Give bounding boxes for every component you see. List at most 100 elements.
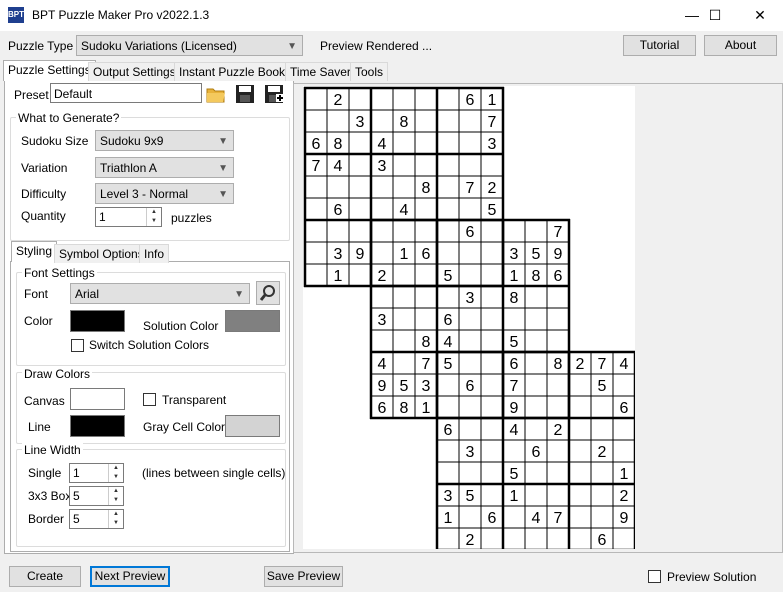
cell-digit: 1 (334, 268, 343, 285)
preview-solution-label: Preview Solution (667, 570, 757, 584)
spin-arrows-icon[interactable]: ▲ ▼ (108, 510, 123, 528)
preset-label: Preset (14, 88, 49, 102)
tab-time-saver[interactable]: Time Saver (285, 62, 356, 81)
cell-digit: 7 (598, 356, 607, 373)
cell-digit: 3 (356, 114, 365, 131)
cell-digit: 6 (312, 136, 321, 153)
puzzle-type-label: Puzzle Type (8, 39, 74, 53)
transparent-checkbox[interactable] (143, 393, 156, 406)
tab-tools[interactable]: Tools (350, 62, 389, 81)
chevron-down-icon: ▼ (234, 289, 244, 300)
cell-digit: 6 (444, 312, 453, 329)
border-label: Border (28, 512, 65, 526)
cell-digit: 1 (444, 510, 453, 527)
cell-digit: 5 (444, 268, 453, 285)
cell-digit: 6 (532, 444, 541, 461)
box-width-stepper[interactable]: 5 ▲ ▼ (69, 486, 124, 506)
tutorial-button[interactable]: Tutorial (623, 35, 696, 56)
cell-digit: 6 (620, 400, 629, 417)
cell-digit: 6 (466, 92, 475, 109)
save-preview-button[interactable]: Save Preview (264, 566, 343, 587)
tab-instant-puzzle-books[interactable]: Instant Puzzle Books (174, 62, 297, 81)
cell-digit: 6 (510, 356, 519, 373)
canvas-label: Canvas (24, 394, 65, 408)
cell-digit: 2 (576, 356, 585, 373)
preview-solution-checkbox[interactable] (648, 570, 661, 583)
cell-digit: 3 (510, 246, 519, 263)
save-icon[interactable] (234, 84, 256, 104)
cell-digit: 4 (620, 356, 629, 373)
tab-styling[interactable]: Styling (11, 241, 58, 262)
cell-digit: 7 (422, 356, 431, 373)
cell-digit: 6 (334, 202, 343, 219)
cell-digit: 7 (488, 114, 497, 131)
box-label: 3x3 Box (28, 489, 72, 503)
difficulty-select[interactable]: Level 3 - Normal ▼ (95, 183, 234, 204)
tab-output-settings[interactable]: Output Settings (88, 62, 181, 81)
spin-arrows-icon[interactable]: ▲ ▼ (146, 208, 161, 226)
cell-digit: 8 (422, 180, 431, 197)
spin-arrows-icon[interactable]: ▲ ▼ (108, 464, 123, 482)
font-settings-title: Font Settings (22, 266, 97, 280)
difficulty-value: Level 3 - Normal (100, 187, 189, 201)
cell-digit: 1 (422, 400, 431, 417)
single-width-stepper[interactable]: 1 ▲ ▼ (69, 463, 124, 483)
tab-symbol-options[interactable]: Symbol Options (54, 244, 149, 263)
cell-digit: 5 (510, 334, 519, 351)
cell-digit: 9 (620, 510, 629, 527)
canvas-color-swatch[interactable] (70, 388, 125, 410)
close-icon[interactable]: ✕ (737, 0, 783, 31)
about-button[interactable]: About (704, 35, 777, 56)
cell-digit: 1 (510, 488, 519, 505)
cell-digit: 5 (510, 466, 519, 483)
switch-solution-colors-checkbox[interactable] (71, 339, 84, 352)
cell-digit: 2 (378, 268, 387, 285)
window-title: BPT Puzzle Maker Pro v2022.1.3 (32, 8, 210, 22)
cell-digit: 6 (466, 378, 475, 395)
cell-digit: 1 (510, 268, 519, 285)
spin-arrows-icon[interactable]: ▲ ▼ (108, 487, 123, 505)
open-folder-icon[interactable] (205, 84, 227, 104)
single-note: (lines between single cells) (142, 466, 286, 480)
cell-digit: 2 (466, 532, 475, 549)
font-color-swatch[interactable] (70, 310, 125, 332)
border-width-stepper[interactable]: 5 ▲ ▼ (69, 509, 124, 529)
solution-color-label: Solution Color (143, 319, 219, 333)
create-button[interactable]: Create (9, 566, 81, 587)
line-color-swatch[interactable] (70, 415, 125, 437)
font-search-icon[interactable] (256, 281, 280, 305)
font-select[interactable]: Arial ▼ (70, 283, 250, 304)
variation-select[interactable]: Triathlon A ▼ (95, 157, 234, 178)
solution-color-swatch[interactable] (225, 310, 280, 332)
tab-info[interactable]: Info (139, 244, 170, 263)
puzzle-type-select[interactable]: Sudoku Variations (Licensed) ▼ (76, 35, 303, 56)
quantity-stepper[interactable]: 1 ▲ ▼ (95, 207, 162, 227)
gray-cell-color-label: Gray Cell Color (143, 420, 226, 434)
font-value: Arial (75, 287, 100, 301)
save-as-icon[interactable] (263, 84, 285, 104)
tab-puzzle-settings[interactable]: Puzzle Settings (3, 60, 96, 81)
gray-cell-color-swatch[interactable] (225, 415, 280, 437)
quantity-unit: puzzles (171, 211, 212, 225)
cell-digit: 3 (334, 246, 343, 263)
cell-digit: 2 (554, 422, 563, 439)
status-text: Preview Rendered ... (320, 39, 433, 53)
sudoku-size-value: Sudoku 9x9 (100, 134, 164, 148)
cell-digit: 7 (554, 224, 563, 241)
switch-solution-colors-label: Switch Solution Colors (89, 338, 210, 352)
cell-digit: 6 (466, 224, 475, 241)
cell-digit: 8 (400, 400, 409, 417)
cell-digit: 5 (532, 246, 541, 263)
cell-digit: 7 (510, 378, 519, 395)
single-width-value: 1 (73, 466, 80, 480)
line-label: Line (28, 420, 51, 434)
maximize-icon[interactable]: ☐ (692, 0, 738, 31)
cell-digit: 4 (378, 136, 387, 153)
cell-digit: 1 (620, 466, 629, 483)
puzzle-type-value: Sudoku Variations (Licensed) (81, 39, 237, 53)
sudoku-size-select[interactable]: Sudoku 9x9 ▼ (95, 130, 234, 151)
next-preview-button[interactable]: Next Preview (90, 566, 170, 587)
cell-digit: 6 (554, 268, 563, 285)
cell-digit: 9 (510, 400, 519, 417)
preset-input[interactable]: Default (50, 83, 202, 103)
